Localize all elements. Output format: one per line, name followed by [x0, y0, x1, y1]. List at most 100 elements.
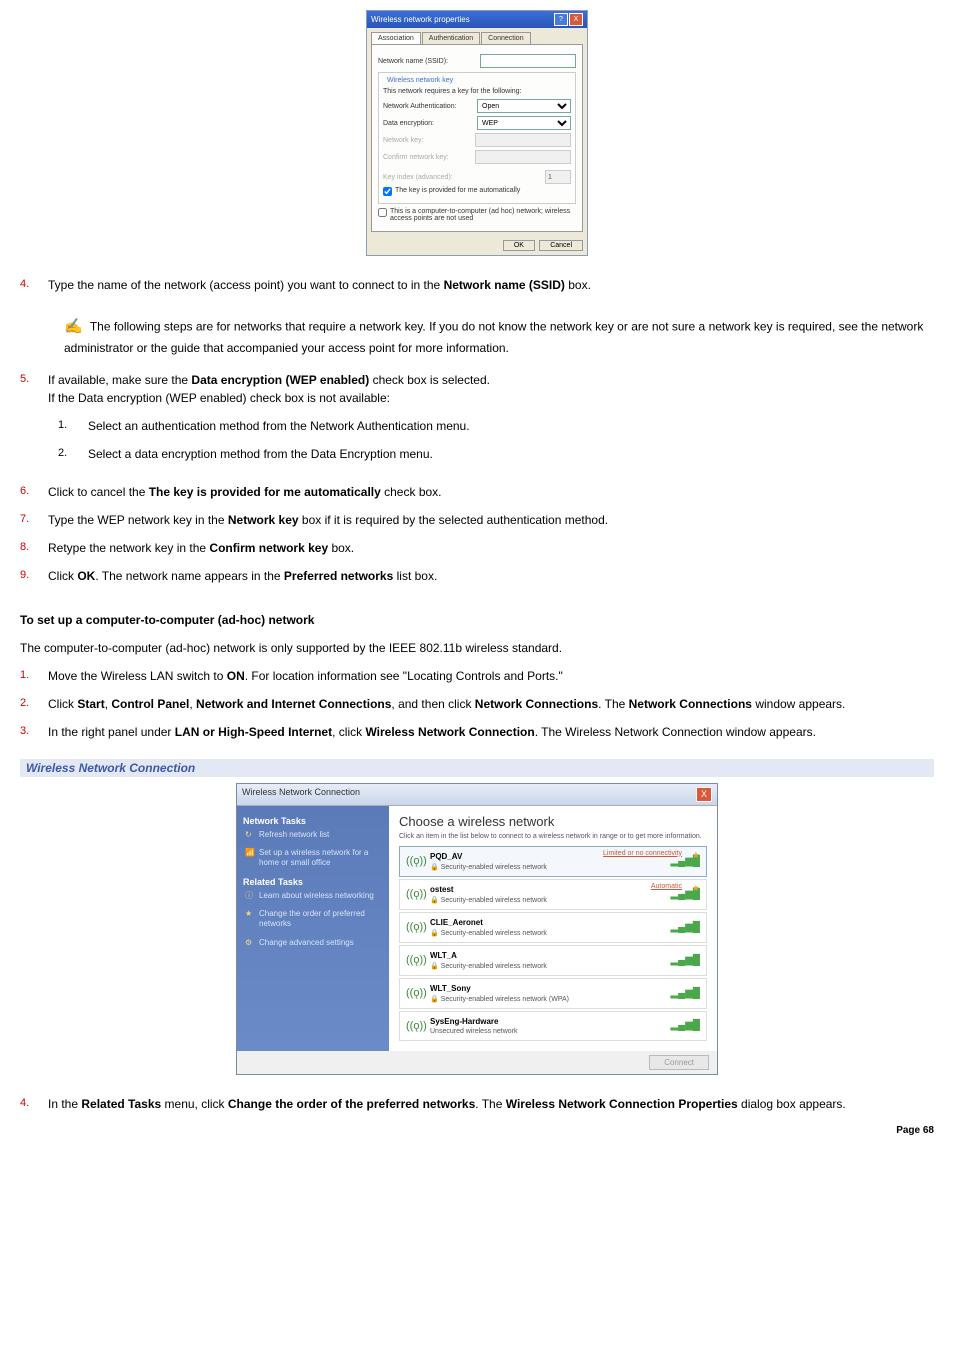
step-8: 8. Retype the network key in the Confirm… — [20, 539, 934, 557]
ssid-input[interactable] — [480, 54, 576, 68]
heading-adhoc: To set up a computer-to-computer (ad-hoc… — [20, 613, 934, 627]
adhoc-checkbox[interactable] — [378, 208, 387, 217]
network-list: ((ǫ)) PQD_AV 🔒Security-enabled wireless … — [399, 846, 707, 1041]
fieldset-desc: This network requires a key for the foll… — [383, 88, 571, 95]
step-9: 9. Click OK. The network name appears in… — [20, 567, 934, 585]
page-number: Page 68 — [20, 1125, 934, 1136]
autokey-checkbox[interactable] — [383, 187, 392, 196]
network-name: CLIE_Aeronet — [430, 918, 664, 927]
network-status: Limited or no connectivity — [603, 850, 682, 857]
fieldset-title: Wireless network key — [385, 77, 455, 84]
signal-icon: ▂▄▆█ — [670, 988, 700, 999]
close-button[interactable]: X — [569, 13, 583, 26]
note: ✍ The following steps are for networks t… — [64, 316, 934, 357]
autokey-label: The key is provided for me automatically — [395, 187, 520, 194]
wnc-main-sub: Click an item in the list below to conne… — [399, 833, 707, 840]
help-button[interactable]: ? — [554, 13, 568, 26]
wnc-sidebar: Network Tasks ↻Refresh network list 📶Set… — [237, 806, 389, 1051]
ok-button[interactable]: OK — [503, 240, 535, 251]
tab-association[interactable]: Association — [371, 32, 421, 44]
step-4: 4. Type the name of the network (access … — [20, 276, 934, 294]
wnc-titlebar: Wireless Network Connection X — [237, 784, 717, 806]
confirm-label: Confirm network key: — [383, 154, 475, 161]
step-5: 5. If available, make sure the Data encr… — [20, 371, 934, 473]
network-desc: 🔒Security-enabled wireless network — [430, 863, 664, 871]
network-name: WLT_Sony — [430, 984, 664, 993]
info-icon: ⓘ — [245, 891, 255, 901]
network-item[interactable]: ((ǫ)) CLIE_Aeronet 🔒Security-enabled wir… — [399, 912, 707, 943]
star-icon: ★ — [692, 850, 700, 861]
key-label: Network key: — [383, 137, 475, 144]
antenna-icon: ((ǫ)) — [406, 954, 424, 966]
cancel-button[interactable]: Cancel — [539, 240, 583, 251]
side-head-related-tasks: Related Tasks — [243, 877, 383, 887]
side-item-advanced[interactable]: ⚙Change advanced settings — [245, 938, 383, 948]
network-desc: Unsecured wireless network — [430, 1028, 664, 1035]
tab-authentication[interactable]: Authentication — [422, 32, 480, 44]
side-item-setup[interactable]: 📶Set up a wireless network for a home or… — [245, 848, 383, 869]
caption-wnc: Wireless Network Connection — [20, 759, 934, 777]
lock-icon: 🔒 — [430, 930, 439, 937]
network-status: Automatic — [651, 883, 682, 890]
lock-icon: 🔒 — [430, 864, 439, 871]
connect-button[interactable]: Connect — [649, 1055, 709, 1070]
network-item[interactable]: ((ǫ)) SysEng-Hardware Unsecured wireless… — [399, 1011, 707, 1041]
note-icon: ✍ — [64, 316, 83, 339]
refresh-icon: ↻ — [245, 830, 255, 840]
network-desc: 🔒Security-enabled wireless network — [430, 929, 664, 937]
wnc-close-button[interactable]: X — [696, 787, 712, 802]
auth-select[interactable]: Open — [477, 99, 571, 113]
signal-icon: ▂▄▆█ — [670, 955, 700, 966]
network-name: ostest — [430, 885, 664, 894]
network-item[interactable]: ((ǫ)) WLT_A 🔒Security-enabled wireless n… — [399, 945, 707, 976]
adhoc-label: This is a computer-to-computer (ad hoc) … — [390, 208, 576, 222]
antenna-icon: ((ǫ)) — [406, 855, 424, 867]
auth-label: Network Authentication: — [383, 103, 477, 110]
confirm-input — [475, 150, 571, 164]
network-item[interactable]: ((ǫ)) WLT_Sony 🔒Security-enabled wireles… — [399, 978, 707, 1009]
network-item[interactable]: ((ǫ)) PQD_AV 🔒Security-enabled wireless … — [399, 846, 707, 877]
para-adhoc: The computer-to-computer (ad-hoc) networ… — [20, 639, 934, 657]
lock-icon: 🔒 — [430, 897, 439, 904]
side-item-refresh[interactable]: ↻Refresh network list — [245, 830, 383, 840]
network-item[interactable]: ((ǫ)) ostest 🔒Security-enabled wireless … — [399, 879, 707, 910]
network-name: SysEng-Hardware — [430, 1017, 664, 1026]
ssid-label: Network name (SSID): — [378, 58, 480, 65]
key-input — [475, 133, 571, 147]
star-icon: ★ — [245, 909, 255, 919]
step-b3: 3. In the right panel under LAN or High-… — [20, 723, 934, 741]
network-desc: 🔒Security-enabled wireless network — [430, 962, 664, 970]
wireless-properties-dialog: Wireless network properties ? X Associat… — [366, 10, 588, 256]
enc-label: Data encryption: — [383, 120, 477, 127]
signal-icon: ▂▄▆█ — [670, 1020, 700, 1031]
wnc-main-heading: Choose a wireless network — [399, 814, 707, 829]
network-desc: 🔒Security-enabled wireless network (WPA) — [430, 995, 664, 1003]
tabs: Association Authentication Connection — [367, 28, 587, 44]
network-name: WLT_A — [430, 951, 664, 960]
gear-icon: ⚙ — [245, 938, 255, 948]
side-head-network-tasks: Network Tasks — [243, 816, 383, 826]
index-label: Key index (advanced): — [383, 174, 545, 181]
tab-connection[interactable]: Connection — [481, 32, 530, 44]
network-desc: 🔒Security-enabled wireless network — [430, 896, 664, 904]
antenna-icon: ((ǫ)) — [406, 921, 424, 933]
step-c4: 4. In the Related Tasks menu, click Chan… — [20, 1095, 934, 1113]
enc-select[interactable]: WEP — [477, 116, 571, 130]
antenna-icon: ((ǫ)) — [406, 987, 424, 999]
lock-icon: 🔒 — [430, 963, 439, 970]
antenna-icon: ((ǫ)) — [406, 888, 424, 900]
index-input — [545, 170, 571, 184]
step-7: 7. Type the WEP network key in the Netwo… — [20, 511, 934, 529]
dialog-titlebar: Wireless network properties ? X — [367, 11, 587, 28]
wnc-dialog: Wireless Network Connection X Network Ta… — [236, 783, 718, 1075]
wnc-title-text: Wireless Network Connection — [242, 787, 360, 802]
lock-icon: 🔒 — [430, 996, 439, 1003]
antenna-icon: 📶 — [245, 848, 255, 858]
star-icon: ★ — [692, 883, 700, 894]
side-item-order[interactable]: ★Change the order of preferred networks — [245, 909, 383, 930]
step-b2: 2. Click Start, Control Panel, Network a… — [20, 695, 934, 713]
antenna-icon: ((ǫ)) — [406, 1020, 424, 1032]
dialog-title: Wireless network properties — [371, 15, 470, 24]
side-item-learn[interactable]: ⓘLearn about wireless networking — [245, 891, 383, 901]
step-6: 6. Click to cancel the The key is provid… — [20, 483, 934, 501]
